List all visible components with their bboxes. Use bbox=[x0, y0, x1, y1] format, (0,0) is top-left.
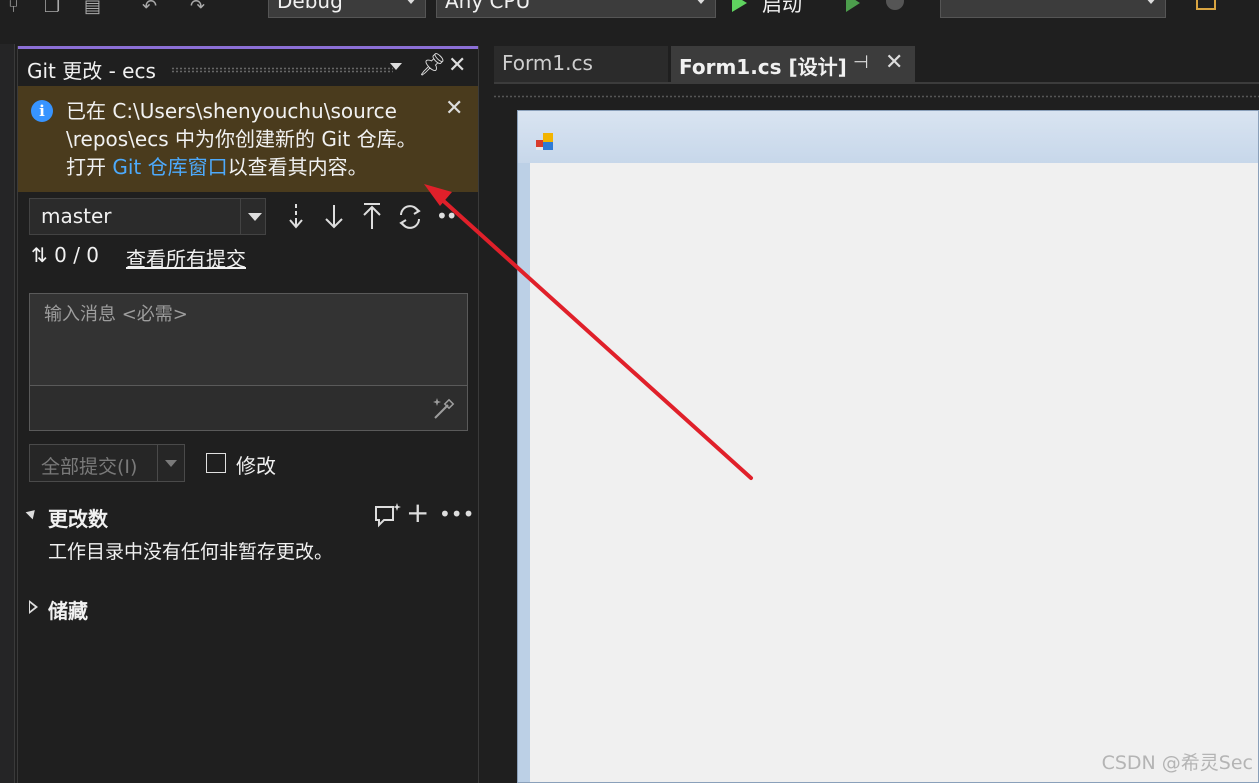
view-all-commits-link[interactable]: 查看所有提交 bbox=[126, 243, 246, 272]
outgoing-incoming-counts: ⇅ 0 / 0 bbox=[31, 243, 99, 267]
more-icon[interactable]: ••• bbox=[439, 502, 474, 526]
git-repository-window-link[interactable]: Git 仓库窗口 bbox=[112, 155, 227, 179]
dropdown-divider bbox=[240, 199, 241, 234]
info-line-1: 已在 C:\Users\shenyouchu\source bbox=[66, 99, 397, 123]
panel-title-bar: Git 更改 - ecs 📌︎ ✕ bbox=[18, 46, 478, 86]
close-icon[interactable]: ✕ bbox=[885, 50, 903, 75]
chevron-down-icon bbox=[1145, 0, 1157, 4]
form-preview[interactable] bbox=[517, 110, 1259, 783]
form-app-icon bbox=[536, 133, 553, 150]
pin-icon[interactable]: ⊣ bbox=[853, 52, 869, 73]
chevron-down-icon[interactable] bbox=[165, 460, 177, 467]
changes-description: 工作目录中没有任何非暂存更改。 bbox=[48, 541, 334, 563]
chevron-down-icon bbox=[695, 0, 707, 4]
close-icon[interactable]: ✕ bbox=[445, 96, 463, 121]
undo-icon[interactable]: ↶ bbox=[142, 0, 157, 16]
empty-dropdown[interactable] bbox=[940, 0, 1166, 18]
push-icon[interactable] bbox=[358, 200, 386, 234]
redo-icon[interactable]: ↷ bbox=[190, 0, 205, 16]
play-icon bbox=[732, 0, 747, 12]
tab-label: Form1.cs bbox=[502, 51, 593, 75]
info-message: 已在 C:\Users\shenyouchu\source \repos\ecs… bbox=[66, 97, 436, 181]
info-line-2: \repos\ecs 中为你创建新的 Git 仓库。 bbox=[66, 127, 417, 151]
commit-message-input[interactable] bbox=[30, 294, 467, 386]
search-solution-icon[interactable] bbox=[1196, 0, 1216, 10]
branch-name: master bbox=[41, 204, 112, 228]
form-titlebar[interactable] bbox=[518, 111, 1258, 163]
record-icon[interactable] bbox=[886, 0, 904, 10]
commit-message-box bbox=[29, 293, 468, 431]
chevron-down-icon bbox=[248, 213, 262, 221]
toolbar: ⑂ ❐ ▤ ↶ ↷ Debug Any CPU 启动 bbox=[0, 0, 1259, 22]
stash-section-title[interactable]: 储藏 bbox=[48, 595, 88, 624]
watermark: CSDN @希灵Sec bbox=[1101, 752, 1253, 774]
configuration-value: Debug bbox=[277, 0, 343, 13]
copilot-chat-icon[interactable] bbox=[373, 501, 403, 529]
start-label: 启动 bbox=[762, 0, 802, 16]
close-icon[interactable]: ✕ bbox=[448, 54, 466, 78]
layout-icon[interactable]: ▤ bbox=[84, 0, 101, 16]
up-down-arrows-icon: ⇅ bbox=[31, 243, 55, 267]
start-without-debug-icon[interactable] bbox=[846, 0, 860, 12]
title-grip[interactable] bbox=[171, 67, 393, 73]
fetch-icon[interactable] bbox=[282, 200, 310, 234]
tab-form1-cs[interactable]: Form1.cs bbox=[494, 46, 668, 82]
platform-dropdown[interactable]: Any CPU bbox=[436, 0, 716, 18]
panel-title: Git 更改 - ecs bbox=[27, 59, 156, 83]
tab-label: Form1.cs [设计] bbox=[679, 55, 847, 79]
copy-icon[interactable]: ❐ bbox=[44, 0, 60, 16]
commit-all-button[interactable]: 全部提交(I) bbox=[29, 444, 185, 482]
left-dock-strip bbox=[0, 44, 15, 783]
platform-value: Any CPU bbox=[445, 0, 531, 13]
button-divider bbox=[157, 445, 158, 481]
counts-value: 0 / 0 bbox=[54, 243, 100, 267]
add-icon[interactable]: + bbox=[406, 496, 429, 529]
tab-form1-design[interactable]: Form1.cs [设计] ⊣ ✕ bbox=[671, 46, 915, 82]
sync-icon[interactable] bbox=[396, 200, 424, 234]
info-icon: i bbox=[31, 100, 53, 122]
designer-ruler bbox=[493, 95, 1259, 98]
git-changes-panel: Git 更改 - ecs 📌︎ ✕ i 已在 C:\Users\shenyouc… bbox=[17, 46, 479, 783]
expand-triangle-icon[interactable] bbox=[25, 506, 39, 520]
branch-icon[interactable]: ⑂ bbox=[8, 0, 19, 16]
pull-icon[interactable] bbox=[320, 200, 348, 234]
pin-icon[interactable]: 📌︎ bbox=[418, 54, 446, 78]
start-button[interactable]: 启动 bbox=[732, 0, 832, 16]
splitter[interactable] bbox=[480, 46, 492, 783]
magic-wand-icon[interactable] bbox=[430, 394, 458, 422]
commit-all-label: 全部提交(I) bbox=[41, 456, 138, 478]
collapsed-triangle-inner bbox=[30, 603, 35, 611]
branch-dropdown[interactable]: master bbox=[29, 198, 266, 235]
info-line-3-suffix: 以查看其内容。 bbox=[227, 155, 368, 179]
info-line-3-prefix: 打开 bbox=[66, 155, 113, 179]
amend-label: 修改 bbox=[236, 454, 276, 478]
info-bar: i 已在 C:\Users\shenyouchu\source \repos\e… bbox=[18, 86, 478, 192]
configuration-dropdown[interactable]: Debug bbox=[268, 0, 426, 18]
window-menu-icon[interactable] bbox=[390, 63, 402, 70]
form-client-area[interactable] bbox=[530, 163, 1258, 782]
more-icon[interactable]: •• bbox=[436, 204, 458, 228]
chevron-down-icon bbox=[405, 0, 417, 4]
changes-section-title[interactable]: 更改数 bbox=[48, 503, 108, 532]
info-line-3: 打开 Git 仓库窗口以查看其内容。 bbox=[66, 153, 436, 181]
amend-checkbox[interactable] bbox=[206, 453, 226, 473]
